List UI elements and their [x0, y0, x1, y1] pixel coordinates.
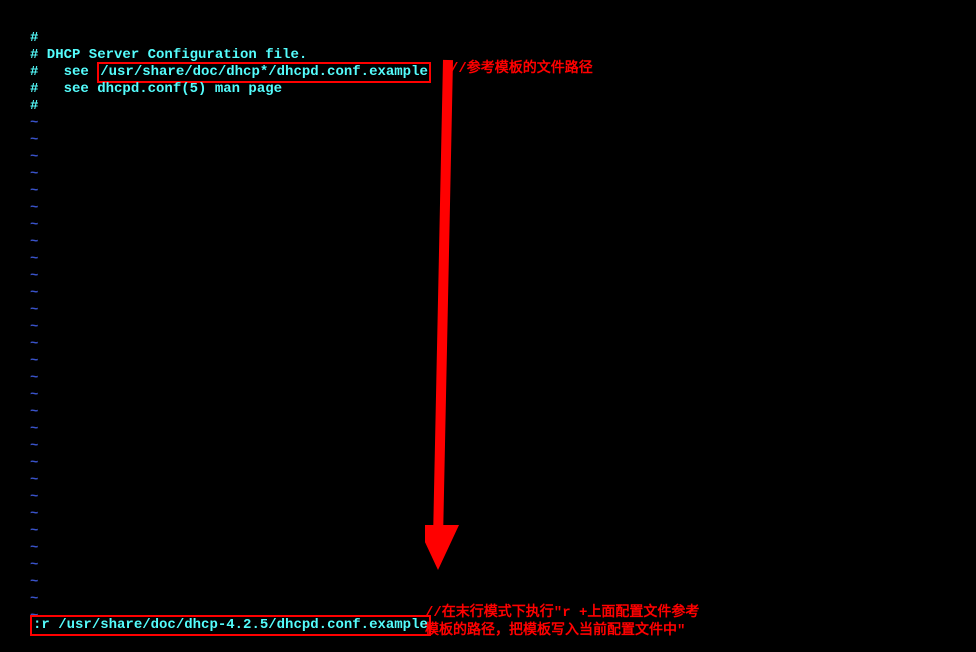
tilde-line: ~ — [30, 285, 946, 302]
tilde-line: ~ — [30, 132, 946, 149]
comment-line: # — [30, 30, 946, 47]
tilde-lines: ~~~~~~~~~~~~~~~~~~~~~~~~~~~~~~ — [30, 115, 946, 625]
tilde-line: ~ — [30, 200, 946, 217]
top-annotation: //参考模板的文件路径 — [450, 61, 593, 78]
tilde-line: ~ — [30, 336, 946, 353]
highlighted-path-box: /usr/share/doc/dhcp*/dhcpd.conf.example — [97, 62, 431, 83]
comment-line: # see dhcpd.conf(5) man page — [30, 81, 946, 98]
tilde-line: ~ — [30, 540, 946, 557]
tilde-line: ~ — [30, 506, 946, 523]
tilde-line: ~ — [30, 319, 946, 336]
tilde-line: ~ — [30, 404, 946, 421]
tilde-line: ~ — [30, 115, 946, 132]
tilde-line: ~ — [30, 166, 946, 183]
tilde-line: ~ — [30, 353, 946, 370]
vim-command-line[interactable]: :r /usr/share/doc/dhcp-4.2.5/dhcpd.conf.… — [30, 615, 431, 636]
terminal-viewport[interactable]: # # DHCP Server Configuration file. # se… — [30, 30, 946, 642]
tilde-line: ~ — [30, 557, 946, 574]
comment-line: # — [30, 98, 946, 115]
command-highlight-box: :r /usr/share/doc/dhcp-4.2.5/dhcpd.conf.… — [30, 615, 431, 636]
tilde-line: ~ — [30, 234, 946, 251]
bottom-annotation: //在末行模式下执行"r +上面配置文件参考 模板的路径，把模板写入当前配置文件… — [425, 604, 699, 640]
tilde-line: ~ — [30, 489, 946, 506]
tilde-line: ~ — [30, 268, 946, 285]
tilde-line: ~ — [30, 472, 946, 489]
tilde-line: ~ — [30, 251, 946, 268]
tilde-line: ~ — [30, 421, 946, 438]
tilde-line: ~ — [30, 523, 946, 540]
tilde-line: ~ — [30, 217, 946, 234]
tilde-line: ~ — [30, 302, 946, 319]
tilde-line: ~ — [30, 387, 946, 404]
tilde-line: ~ — [30, 438, 946, 455]
tilde-line: ~ — [30, 149, 946, 166]
tilde-line: ~ — [30, 455, 946, 472]
tilde-line: ~ — [30, 574, 946, 591]
tilde-line: ~ — [30, 183, 946, 200]
tilde-line: ~ — [30, 370, 946, 387]
